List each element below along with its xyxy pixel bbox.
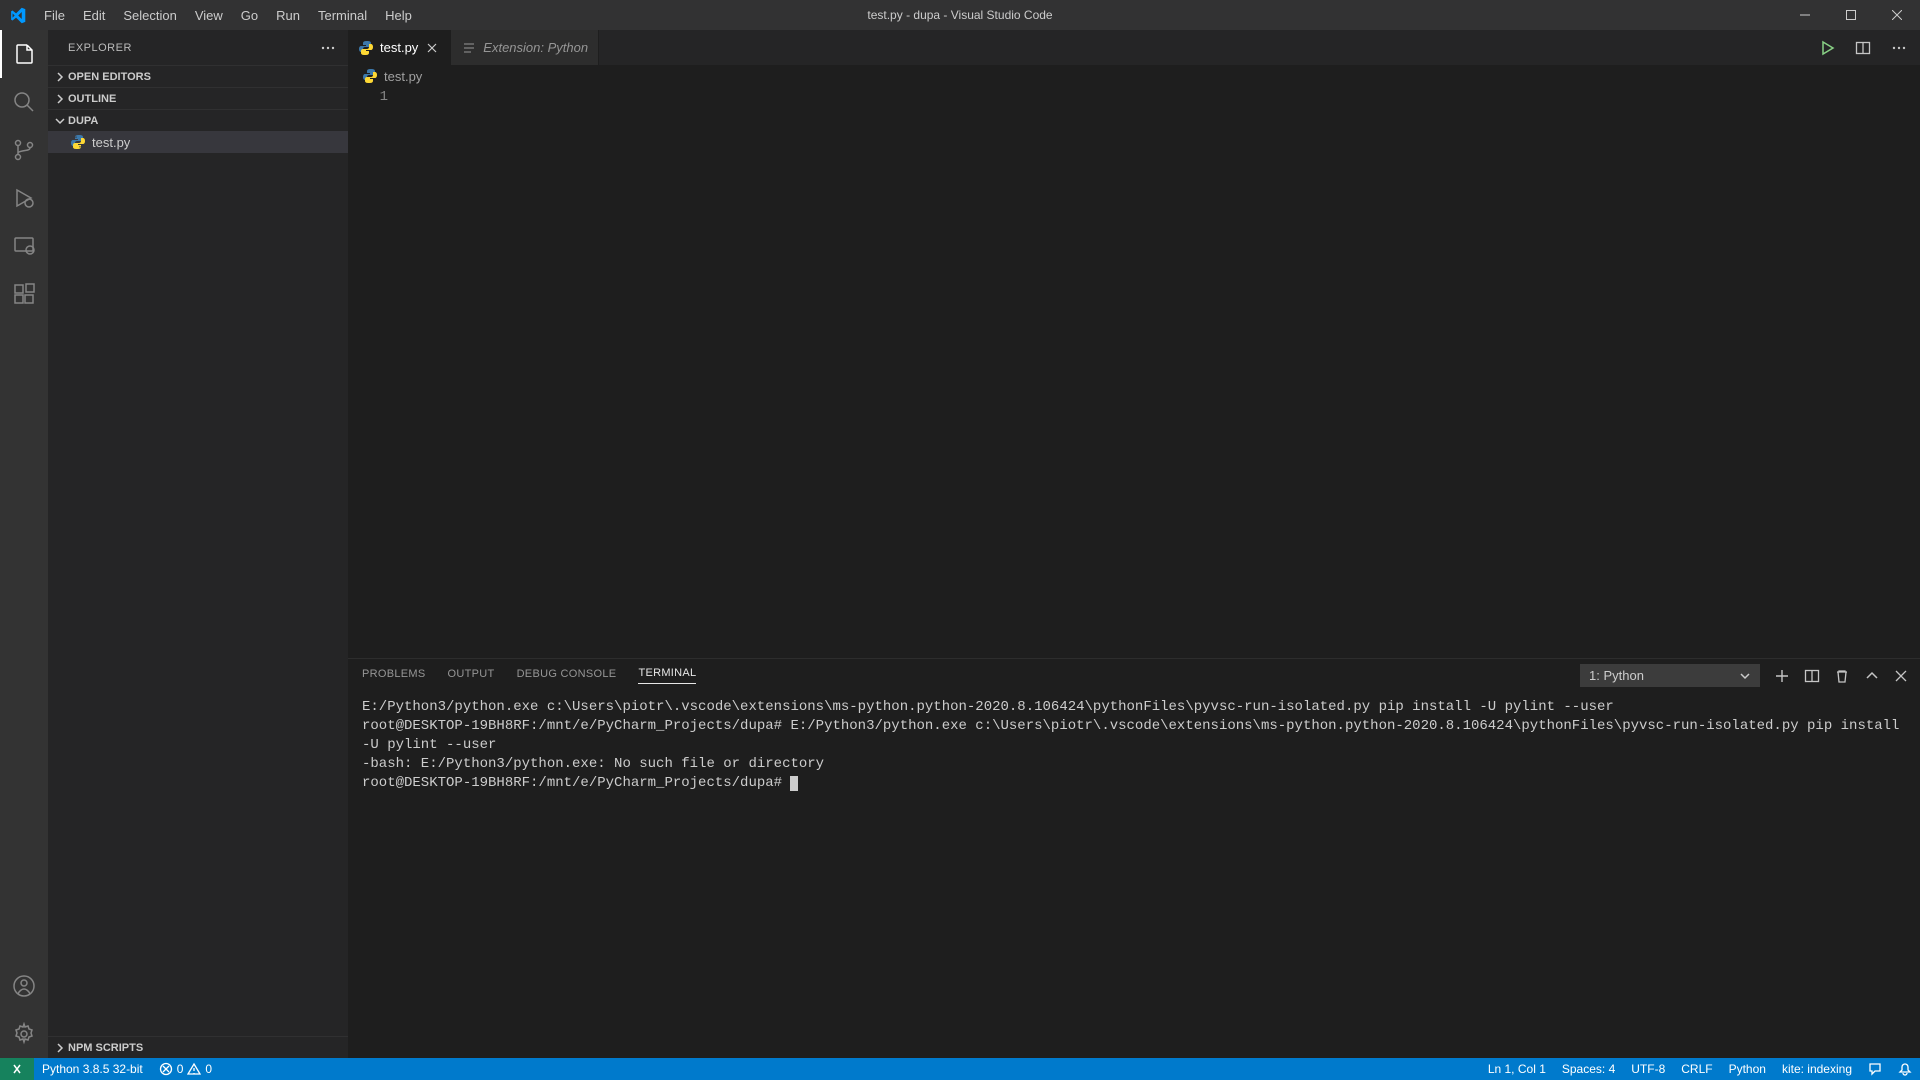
status-language[interactable]: Python [1721,1058,1774,1080]
terminal-output[interactable]: E:/Python3/python.exe c:\Users\piotr\.vs… [348,692,1920,1058]
remote-button[interactable] [0,1058,34,1080]
section-label: OPEN EDITORS [68,71,151,83]
tab-test-py[interactable]: test.py [348,30,451,65]
activity-bar [0,30,48,1058]
status-encoding[interactable]: UTF-8 [1623,1058,1673,1080]
panel-tab-problems[interactable]: PROBLEMS [362,668,426,684]
terminal-cursor [790,776,798,791]
menu-help[interactable]: Help [376,0,421,30]
status-feedback-button[interactable] [1860,1058,1890,1080]
kill-terminal-button[interactable] [1834,668,1850,684]
panel-tabs: PROBLEMS OUTPUT DEBUG CONSOLE TERMINAL 1… [348,659,1920,692]
chevron-down-icon [52,115,68,127]
close-button[interactable] [1874,0,1920,30]
menu-go[interactable]: Go [232,0,267,30]
line-number: 1 [348,89,388,105]
explorer-header: EXPLORER [48,30,348,65]
python-file-icon [362,68,378,84]
line-gutter: 1 [348,87,408,658]
window-title: test.py - dupa - Visual Studio Code [867,8,1052,22]
menu-run[interactable]: Run [267,0,309,30]
menu-terminal[interactable]: Terminal [309,0,376,30]
bottom-panel: PROBLEMS OUTPUT DEBUG CONSOLE TERMINAL 1… [348,658,1920,1058]
activity-remote-explorer[interactable] [0,222,48,270]
menu-bar: File Edit Selection View Go Run Terminal… [35,0,421,30]
editor-tab-bar: test.py Extension: Python [348,30,1920,65]
status-lncol[interactable]: Ln 1, Col 1 [1480,1058,1554,1080]
status-kite[interactable]: kite: indexing [1774,1058,1860,1080]
status-bar: Python 3.8.5 32-bit 0 0 Ln 1, Col 1 Spac… [0,1058,1920,1080]
activity-extensions[interactable] [0,270,48,318]
activity-settings[interactable] [0,1010,48,1058]
panel-tab-debug-console[interactable]: DEBUG CONSOLE [517,668,617,684]
tab-label: Extension: Python [483,40,588,55]
close-panel-button[interactable] [1894,669,1908,683]
section-outline[interactable]: OUTLINE [48,87,348,109]
menu-file[interactable]: File [35,0,74,30]
more-actions-button[interactable] [1888,37,1910,59]
section-open-editors[interactable]: OPEN EDITORS [48,65,348,87]
explorer-sidebar: EXPLORER OPEN EDITORS OUTLINE DUPA [48,30,348,1058]
terminal-text: E:/Python3/python.exe c:\Users\piotr\.vs… [362,699,1908,791]
code-editor[interactable]: 1 [348,87,1920,658]
maximize-button[interactable] [1828,0,1874,30]
section-label: NPM SCRIPTS [68,1042,143,1054]
menu-view[interactable]: View [186,0,232,30]
explorer-title: EXPLORER [68,42,132,54]
panel-tab-terminal[interactable]: TERMINAL [638,667,696,684]
title-bar: File Edit Selection View Go Run Terminal… [0,0,1920,30]
chevron-right-icon [52,93,68,105]
run-button[interactable] [1816,37,1838,59]
explorer-more-icon[interactable] [320,40,336,56]
status-spaces[interactable]: Spaces: 4 [1554,1058,1623,1080]
vscode-logo-icon [0,7,35,24]
error-count: 0 [177,1062,184,1076]
terminal-select[interactable]: 1: Python [1580,664,1760,687]
python-file-icon [70,134,86,150]
editor-area: test.py Extension: Python [348,30,1920,1058]
maximize-panel-button[interactable] [1864,668,1880,684]
split-editor-button[interactable] [1852,37,1874,59]
activity-explorer[interactable] [0,30,48,78]
breadcrumb[interactable]: test.py [348,65,1920,87]
minimize-button[interactable] [1782,0,1828,30]
chevron-right-icon [52,1042,68,1054]
section-label: DUPA [68,115,98,127]
close-icon[interactable] [424,40,440,56]
activity-run-debug[interactable] [0,174,48,222]
status-python-interpreter[interactable]: Python 3.8.5 32-bit [34,1058,151,1080]
window-controls [1782,0,1920,30]
warning-count: 0 [205,1062,212,1076]
activity-source-control[interactable] [0,126,48,174]
tab-label: test.py [380,40,418,55]
section-label: OUTLINE [68,93,116,105]
activity-accounts[interactable] [0,962,48,1010]
status-problems[interactable]: 0 0 [151,1058,220,1080]
menu-edit[interactable]: Edit [74,0,114,30]
file-label: test.py [92,135,130,150]
section-folder[interactable]: DUPA [48,109,348,131]
python-file-icon [358,40,374,56]
file-test-py[interactable]: test.py [48,131,348,153]
terminal-select-label: 1: Python [1589,668,1644,683]
status-eol[interactable]: CRLF [1673,1058,1720,1080]
status-notifications-button[interactable] [1890,1058,1920,1080]
menu-selection[interactable]: Selection [114,0,185,30]
tab-extension-python[interactable]: Extension: Python [451,30,599,65]
section-npm-scripts[interactable]: NPM SCRIPTS [48,1036,348,1058]
panel-tab-output[interactable]: OUTPUT [448,668,495,684]
activity-search[interactable] [0,78,48,126]
code-content[interactable] [408,87,1920,658]
breadcrumb-item: test.py [384,69,422,84]
chevron-right-icon [52,71,68,83]
new-terminal-button[interactable] [1774,668,1790,684]
preview-icon [461,40,477,56]
split-terminal-button[interactable] [1804,668,1820,684]
